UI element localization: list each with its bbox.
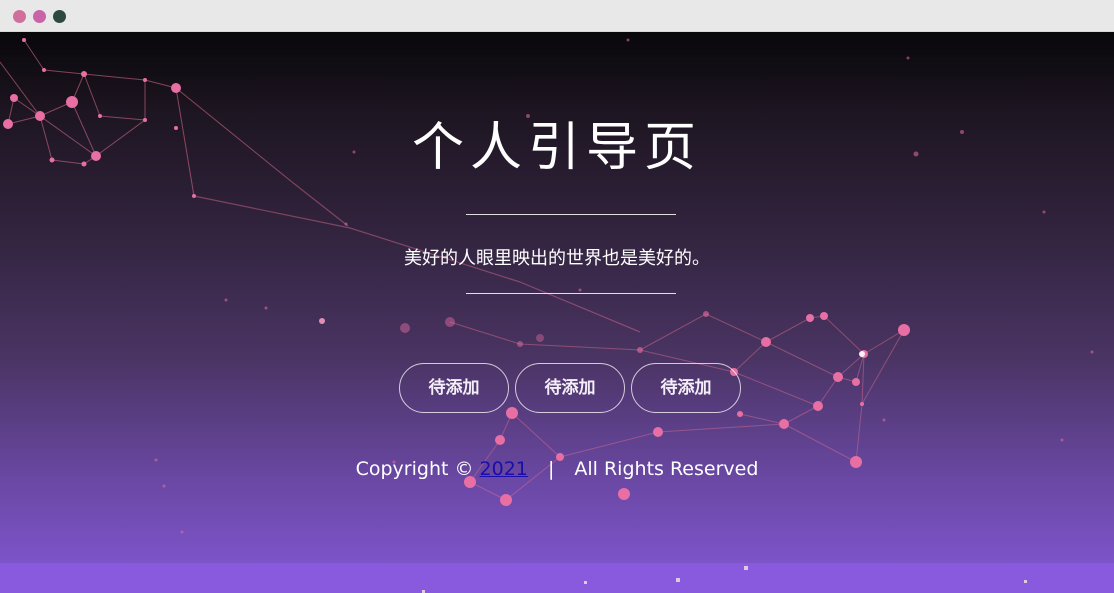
page-title: 个人引导页 <box>411 118 702 178</box>
title-divider <box>466 214 676 215</box>
copyright-prefix: Copyright © <box>355 458 474 480</box>
browser-window: 个人引导页 美好的人眼里映出的世界也是美好的。 待添加 待添加 待添加 Copy… <box>0 0 1114 593</box>
landing-content: 个人引导页 美好的人眼里映出的世界也是美好的。 待添加 待添加 待添加 Copy… <box>0 32 1114 593</box>
close-window-dot[interactable] <box>13 10 26 23</box>
nav-button-1[interactable]: 待添加 <box>399 363 509 413</box>
window-titlebar <box>0 0 1114 32</box>
page-viewport: 个人引导页 美好的人眼里映出的世界也是美好的。 待添加 待添加 待添加 Copy… <box>0 32 1114 593</box>
nav-button-3[interactable]: 待添加 <box>631 363 741 413</box>
subtitle-text: 美好的人眼里映出的世界也是美好的。 <box>404 248 710 269</box>
copyright-separator: | <box>547 458 555 480</box>
year-link[interactable]: 2021 <box>480 458 528 480</box>
minimize-window-dot[interactable] <box>33 10 46 23</box>
nav-button-2[interactable]: 待添加 <box>515 363 625 413</box>
rights-text: All Rights Reserved <box>574 458 759 480</box>
copyright-footer: Copyright © 2021 | All Rights Reserved <box>0 458 1114 480</box>
maximize-window-dot[interactable] <box>53 10 66 23</box>
subtitle-divider <box>466 293 676 294</box>
